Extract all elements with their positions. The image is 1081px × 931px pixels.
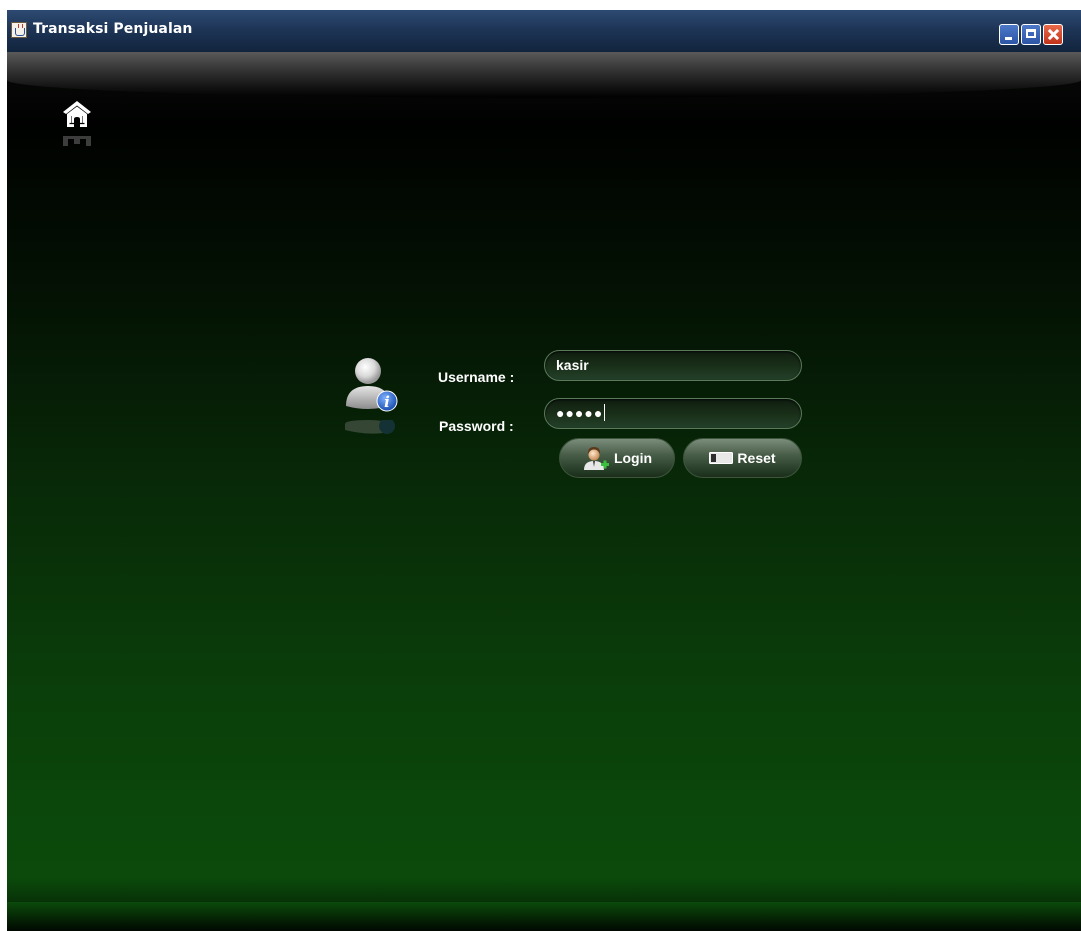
password-label: Password : (439, 418, 514, 434)
java-cup-icon (11, 22, 27, 38)
minimize-button[interactable] (999, 24, 1019, 45)
window-title: Transaksi Penjualan (33, 21, 193, 37)
home-reflection (63, 136, 91, 146)
avatar-reflection (345, 420, 395, 434)
home-icon[interactable] (59, 96, 95, 132)
close-button[interactable] (1043, 24, 1063, 45)
user-info-icon: i (346, 358, 398, 412)
maximize-button[interactable] (1021, 24, 1041, 45)
reset-button[interactable]: Reset (683, 438, 802, 478)
password-field[interactable]: ●●●●● (544, 398, 802, 429)
reset-button-label: Reset (737, 450, 776, 466)
eraser-icon (709, 452, 734, 464)
app-window: Transaksi Penjualan i Username: Passwor… (7, 10, 1081, 931)
username-field[interactable]: kasir (544, 350, 802, 381)
top-glow-strip (7, 52, 1081, 98)
login-button-label: Login (613, 450, 653, 466)
bottom-strip (7, 902, 1081, 931)
svg-text:i: i (384, 393, 390, 411)
login-button[interactable]: Login (559, 438, 675, 478)
password-masked-value: ●●●●● (556, 405, 604, 421)
username-label: Username : (438, 369, 515, 385)
text-caret (604, 404, 606, 421)
main-panel: i Username : Password : kasir ●●●●● Logi… (7, 52, 1081, 931)
username-value: kasir (556, 357, 589, 373)
add-user-icon (583, 447, 609, 470)
title-bar[interactable]: Transaksi Penjualan (7, 10, 1081, 53)
